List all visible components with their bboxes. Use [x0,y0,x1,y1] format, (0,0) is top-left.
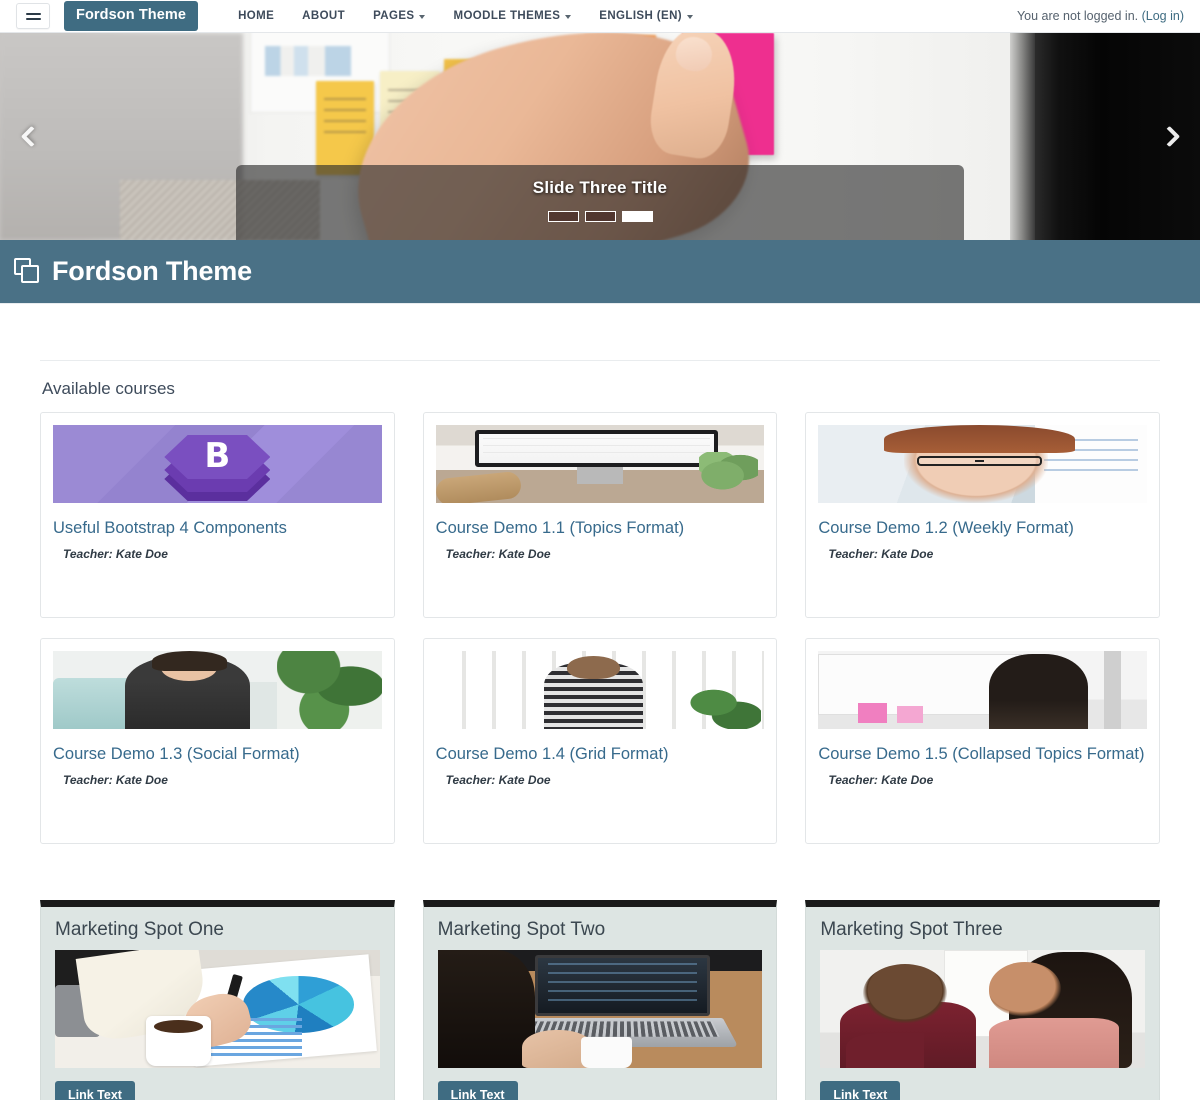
course-title-link[interactable]: Useful Bootstrap 4 Components [53,518,382,538]
brand-logo[interactable]: Fordson Theme [64,1,199,31]
carousel-indicators [547,211,653,222]
laptop-working-image [437,950,763,1068]
hero-carousel: Slide Three Title [0,33,1200,240]
section-divider [40,360,1160,361]
login-link[interactable]: (Log in) [1142,9,1184,23]
course-grid: B Useful Bootstrap 4 Components Teacher:… [40,412,1160,844]
hamburger-icon[interactable] [16,3,50,29]
nav-item-home[interactable]: HOME [224,4,288,28]
carousel-indicator-3[interactable] [621,211,653,222]
chevron-down-icon [565,15,572,19]
marketing-link-button[interactable]: Link Text [437,1081,518,1100]
marketing-spot-card: Marketing Spot One Link Text [40,900,395,1100]
course-card[interactable]: Course Demo 1.5 (Collapsed Topics Format… [805,638,1160,844]
bootstrap-logo-image: B [53,425,382,503]
course-teacher: Teacher: Kate Doe [63,773,168,788]
course-card[interactable]: Course Demo 1.1 (Topics Format) Teacher:… [422,412,778,618]
copy-clone-icon [14,257,42,286]
top-navbar: Fordson Theme HOME ABOUT PAGES MOODLE TH… [0,0,1200,33]
carousel-indicator-2[interactable] [584,211,616,222]
course-title-link[interactable]: Course Demo 1.5 (Collapsed Topics Format… [818,744,1147,764]
monitor-edge [1010,33,1035,240]
course-teacher: Teacher: Kate Doe [828,547,934,562]
course-card[interactable]: B Useful Bootstrap 4 Components Teacher:… [40,412,395,618]
marketing-spot-title: Marketing Spot Three [820,919,1003,940]
navbar-left: Fordson Theme HOME ABOUT PAGES MOODLE TH… [16,1,707,31]
chevron-left-icon [20,125,42,148]
course-title-link[interactable]: Course Demo 1.2 (Weekly Format) [818,518,1147,538]
woman-chair-plant-image [53,651,382,729]
carousel-slide-title: Slide Three Title [532,178,668,197]
nav-item-language[interactable]: ENGLISH (EN) [585,4,707,28]
course-title-link[interactable]: Course Demo 1.3 (Social Format) [53,744,382,764]
main-content: Available courses B Useful Bootstrap 4 C… [0,360,1200,1100]
course-card[interactable]: Course Demo 1.3 (Social Format) Teacher:… [40,638,395,844]
marketing-link-button[interactable]: Link Text [55,1081,135,1100]
marketing-spot-card: Marketing Spot Two Link Text [422,900,778,1100]
marketing-spot-title: Marketing Spot One [55,919,224,940]
woman-sticky-notes-image [818,651,1147,729]
carousel-prev-button[interactable] [0,33,62,240]
bootstrap-logo-stack: B [159,431,275,501]
course-teacher: Teacher: Kate Doe [63,547,168,562]
imac-desk-image [435,425,765,503]
nav-item-label: ENGLISH (EN) [599,10,683,22]
two-students-talking-image [820,950,1145,1068]
marketing-link-button[interactable]: Link Text [820,1081,901,1100]
marketing-spots-row: Marketing Spot One Link Text Marketing S… [40,900,1160,1100]
nav-item-pages[interactable]: PAGES [359,4,439,28]
nav-item-label: MOODLE THEMES [453,10,561,22]
course-card[interactable]: Course Demo 1.4 (Grid Format) Teacher: K… [422,638,778,844]
hamburger-bar [25,17,41,20]
nav-item-moodle-themes[interactable]: MOODLE THEMES [439,4,585,28]
page-header-banner: Fordson Theme [0,240,1200,304]
carousel-indicator-1[interactable] [547,211,579,222]
primary-nav: HOME ABOUT PAGES MOODLE THEMES ENGLISH (… [224,4,707,28]
woman-facing-wall-image [435,651,765,729]
course-title-link[interactable]: Course Demo 1.1 (Topics Format) [436,518,765,538]
course-title-link[interactable]: Course Demo 1.4 (Grid Format) [436,744,765,764]
course-teacher: Teacher: Kate Doe [445,547,551,562]
desk-charts-coffee-image [55,950,380,1068]
login-status-text: You are not logged in. [1016,9,1139,23]
chevron-right-icon [1158,125,1180,148]
chevron-down-icon [687,15,694,19]
page-title: Fordson Theme [52,256,252,286]
hamburger-bar [25,12,41,15]
chevron-down-icon [419,15,426,19]
marketing-spot-card: Marketing Spot Three Link Text [805,900,1160,1100]
nav-item-label: ABOUT [302,10,346,22]
nav-item-about[interactable]: ABOUT [288,4,359,28]
course-teacher: Teacher: Kate Doe [828,773,934,788]
content-container: Available courses B Useful Bootstrap 4 C… [40,360,1160,1100]
copy-icon-front-square [21,264,39,283]
nav-item-label: PAGES [373,10,415,22]
nav-item-label: HOME [238,10,275,22]
woman-glasses-whiteboard-image [818,425,1147,503]
course-card[interactable]: Course Demo 1.2 (Weekly Format) Teacher:… [805,412,1160,618]
course-teacher: Teacher: Kate Doe [445,773,551,788]
available-courses-heading: Available courses [42,379,175,398]
carousel-caption: Slide Three Title [236,165,964,240]
marketing-spot-title: Marketing Spot Two [437,919,606,940]
carousel-next-button[interactable] [1138,33,1200,240]
login-status: You are not logged in. (Log in) [1017,9,1184,23]
